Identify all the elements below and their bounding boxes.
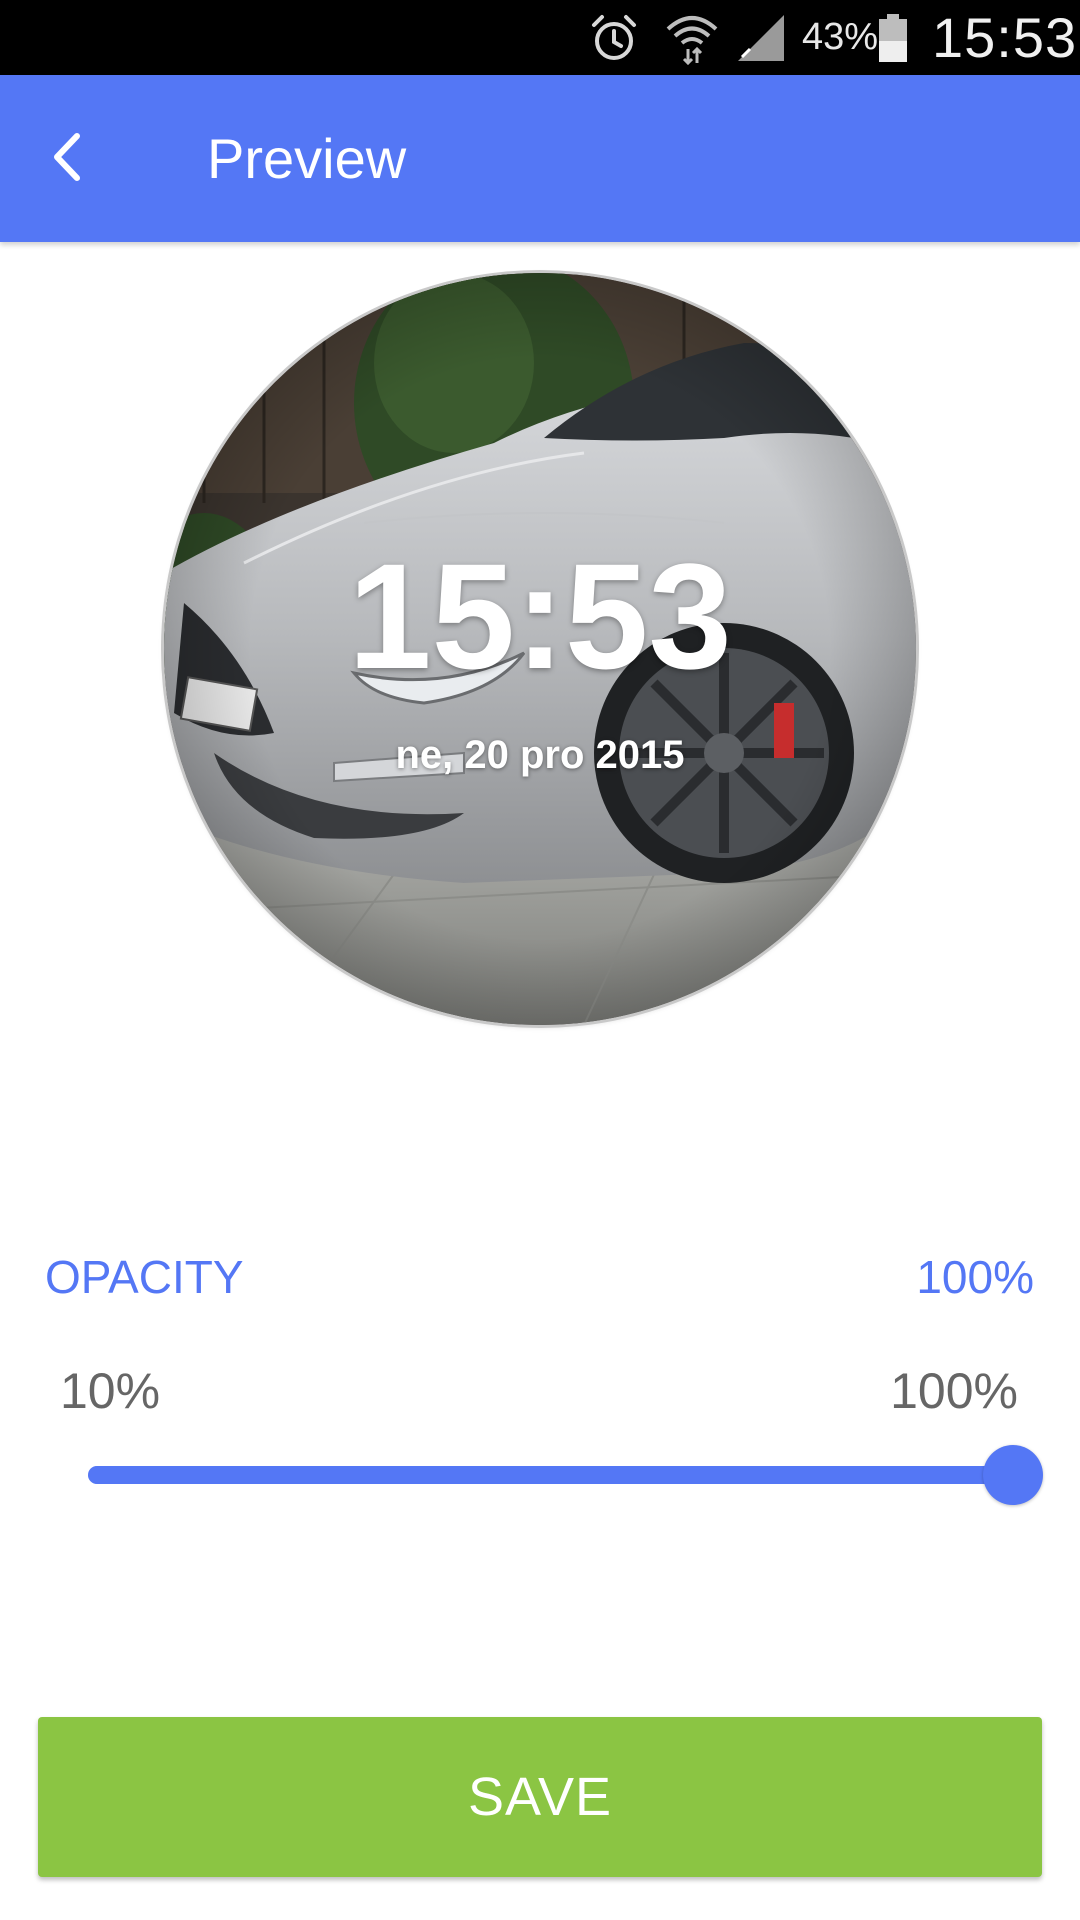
opacity-value: 100% xyxy=(916,1251,1034,1303)
slider-thumb[interactable] xyxy=(983,1445,1043,1505)
preview-time: 15:53 xyxy=(348,532,732,700)
alarm-icon xyxy=(590,0,638,75)
status-clock: 15:53 xyxy=(932,6,1078,69)
app-bar: Preview xyxy=(0,75,1080,242)
back-button[interactable] xyxy=(34,119,98,199)
page-title: Preview xyxy=(207,127,407,190)
watch-face-preview: 15:53 ne, 20 pro 2015 xyxy=(164,273,916,1025)
opacity-slider[interactable] xyxy=(88,1440,1043,1510)
chevron-left-icon xyxy=(49,132,83,187)
battery-icon xyxy=(878,0,908,75)
opacity-min-label: 10% xyxy=(60,1363,161,1419)
preview-date: ne, 20 pro 2015 xyxy=(395,733,685,777)
opacity-label: OPACITY xyxy=(45,1251,244,1303)
battery-percent: 43% xyxy=(802,16,879,58)
signal-icon xyxy=(736,0,786,75)
slider-fill xyxy=(88,1466,1013,1484)
save-button[interactable]: SAVE xyxy=(38,1717,1042,1877)
wifi-icon xyxy=(664,0,720,75)
status-bar: 43% 15:53 xyxy=(0,0,1080,75)
opacity-max-label: 100% xyxy=(890,1363,1018,1419)
